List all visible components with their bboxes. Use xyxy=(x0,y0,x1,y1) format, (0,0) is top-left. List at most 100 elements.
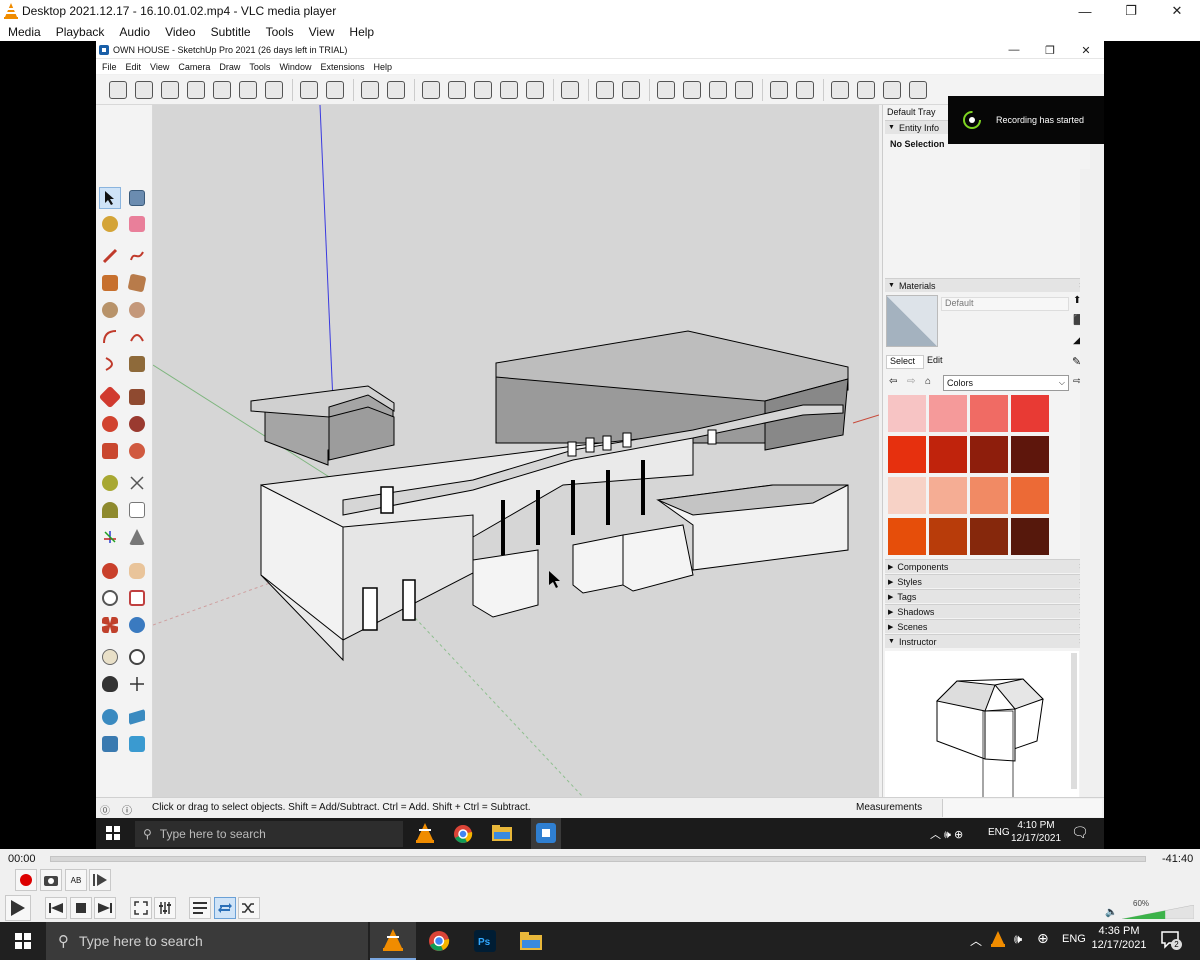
tool-table-icon[interactable] xyxy=(793,78,817,102)
zoom-window-icon[interactable] xyxy=(126,587,148,609)
tool-explode-icon[interactable] xyxy=(384,78,408,102)
su-menu-edit[interactable]: Edit xyxy=(126,62,142,72)
color-swatch[interactable] xyxy=(888,477,926,514)
previous-view-icon[interactable] xyxy=(126,614,148,636)
tags-header[interactable]: ▶Tags✕ xyxy=(885,589,1089,603)
close-button[interactable]: ✕ xyxy=(1154,0,1200,22)
view-wireframe-icon[interactable] xyxy=(445,78,469,102)
polygon-icon[interactable] xyxy=(126,299,148,321)
shuffle-button[interactable] xyxy=(238,897,260,919)
3d-text-icon[interactable] xyxy=(126,526,148,548)
dimension-icon[interactable] xyxy=(126,472,148,494)
show-hidden-icons[interactable]: ︿ xyxy=(970,932,982,949)
color-swatch[interactable] xyxy=(1011,477,1049,514)
frame-step-button[interactable] xyxy=(89,869,111,891)
instructor-header[interactable]: ▼Instructor✕ xyxy=(885,634,1089,648)
rotate-icon[interactable] xyxy=(99,413,121,435)
view-xray-icon[interactable] xyxy=(419,78,443,102)
move-icon[interactable] xyxy=(98,385,122,409)
volume-slider[interactable] xyxy=(1121,904,1195,920)
color-swatch[interactable] xyxy=(929,477,967,514)
paint-bucket-icon[interactable] xyxy=(99,213,121,235)
tool-box-icon[interactable] xyxy=(132,78,156,102)
tool-render-icon[interactable] xyxy=(680,78,704,102)
tool-interactive-icon[interactable] xyxy=(706,78,730,102)
tool-export-icon[interactable] xyxy=(880,78,904,102)
previous-button[interactable] xyxy=(45,897,67,919)
scale-icon[interactable] xyxy=(99,440,121,462)
view-hidden-line-icon[interactable] xyxy=(471,78,495,102)
pie-icon[interactable] xyxy=(126,353,148,375)
circle-icon[interactable] xyxy=(99,299,121,321)
notification-center-icon[interactable]: 2 xyxy=(1160,930,1182,950)
tool-copy-icon[interactable] xyxy=(297,78,321,102)
freehand-icon[interactable] xyxy=(126,245,148,267)
materials-header[interactable]: ▼Materials ✕ xyxy=(885,278,1089,292)
sandbox-scratch-icon[interactable] xyxy=(126,706,148,728)
styles-header[interactable]: ▶Styles✕ xyxy=(885,574,1089,588)
pan-hand-icon[interactable] xyxy=(126,560,148,582)
tool-lock-icon[interactable] xyxy=(906,78,930,102)
shadows-header[interactable]: ▶Shadows✕ xyxy=(885,604,1089,618)
section-plane-icon[interactable] xyxy=(126,673,148,695)
tool-vray-icon[interactable] xyxy=(593,78,617,102)
minimize-button[interactable]: — xyxy=(1062,0,1108,22)
model-viewport[interactable] xyxy=(153,105,879,797)
start-button[interactable] xyxy=(0,922,46,960)
color-swatch[interactable] xyxy=(970,518,1008,555)
tool-note-icon[interactable] xyxy=(262,78,286,102)
seek-bar[interactable] xyxy=(50,856,1146,862)
tool-teapot-icon[interactable] xyxy=(654,78,678,102)
position-camera-icon[interactable] xyxy=(99,646,121,668)
tool-group-icon[interactable] xyxy=(358,78,382,102)
menu-media[interactable]: Media xyxy=(8,25,41,39)
look-around-icon[interactable] xyxy=(126,646,148,668)
three-point-arc-icon[interactable] xyxy=(99,353,121,375)
tool-dimension-icon[interactable] xyxy=(767,78,791,102)
color-swatch[interactable] xyxy=(970,477,1008,514)
tool-refresh-icon[interactable] xyxy=(732,78,756,102)
zoom-icon[interactable] xyxy=(99,587,121,609)
orbit-icon[interactable] xyxy=(99,560,121,582)
su-menu-draw[interactable]: Draw xyxy=(219,62,240,72)
menu-subtitle[interactable]: Subtitle xyxy=(211,25,251,39)
tool-paint-icon[interactable] xyxy=(210,78,234,102)
tape-measure-icon[interactable] xyxy=(99,472,121,494)
eraser-icon[interactable] xyxy=(126,213,148,235)
forward-arrow-icon[interactable]: ⇨ xyxy=(907,376,915,387)
su-menu-camera[interactable]: Camera xyxy=(178,62,210,72)
color-swatch[interactable] xyxy=(1011,436,1049,473)
record-button[interactable] xyxy=(15,869,37,891)
home-icon[interactable]: ⌂ xyxy=(925,376,931,387)
loop-ab-button[interactable]: AB xyxy=(65,869,87,891)
su-menu-window[interactable]: Window xyxy=(279,62,311,72)
push-pull-icon[interactable] xyxy=(126,386,148,408)
info-icon[interactable]: ⓘ xyxy=(122,802,132,817)
menu-tools[interactable]: Tools xyxy=(266,25,294,39)
color-swatch[interactable] xyxy=(970,436,1008,473)
su-restore-button[interactable]: ❐ xyxy=(1032,41,1068,59)
arc-icon[interactable] xyxy=(99,326,121,348)
color-swatch[interactable] xyxy=(970,395,1008,432)
two-point-arc-icon[interactable] xyxy=(126,326,148,348)
su-menu-extensions[interactable]: Extensions xyxy=(320,62,364,72)
color-swatch[interactable] xyxy=(929,395,967,432)
volume-tray-icon[interactable]: 🕪 xyxy=(1014,931,1022,947)
tool-plants-icon[interactable] xyxy=(184,78,208,102)
zoom-extents-icon[interactable] xyxy=(99,614,121,636)
tray-scrollbar[interactable] xyxy=(1080,169,1090,797)
tool-select-hand-icon[interactable] xyxy=(558,78,582,102)
taskbar-search-box[interactable]: ⚲ Type here to search xyxy=(46,922,368,960)
fullscreen-button[interactable] xyxy=(130,897,152,919)
instructor-scrollbar[interactable] xyxy=(1071,653,1077,789)
follow-me-icon[interactable] xyxy=(126,413,148,435)
make-component-icon[interactable] xyxy=(126,187,148,209)
su-menu-tools[interactable]: Tools xyxy=(249,62,270,72)
su-close-button[interactable]: ✕ xyxy=(1068,41,1104,59)
playlist-button[interactable] xyxy=(189,897,211,919)
network-globe-icon[interactable]: ⊕ xyxy=(1037,930,1049,947)
menu-audio[interactable]: Audio xyxy=(119,25,150,39)
snapshot-button[interactable] xyxy=(40,869,62,891)
tab-select[interactable]: Select xyxy=(886,355,924,369)
material-name-field[interactable]: Default xyxy=(941,297,1069,311)
